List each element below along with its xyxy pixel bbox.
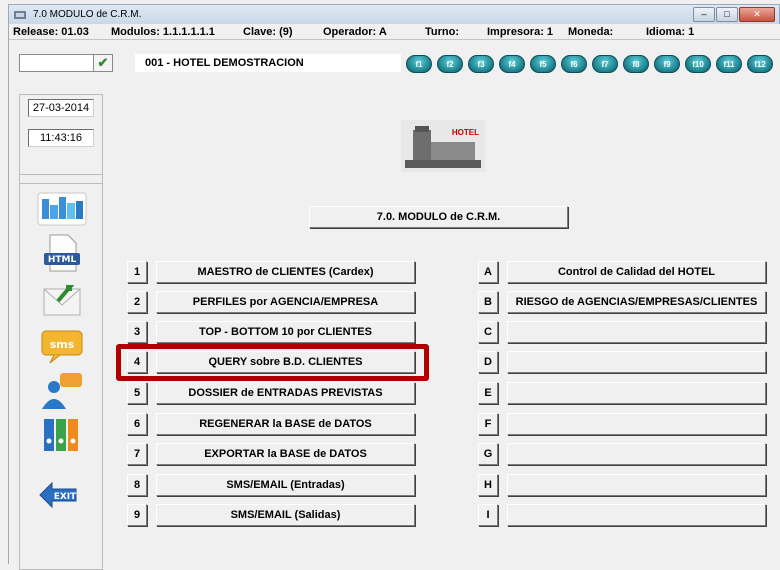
html-icon[interactable]: HTML: [36, 233, 88, 273]
logo-text: HOTEL: [451, 128, 479, 137]
window-title: 7.0 MODULO de C.R.M.: [33, 9, 142, 20]
option-key-8[interactable]: 8: [127, 474, 147, 496]
option-exportar[interactable]: EXPORTAR la BASE de DATOS: [156, 443, 415, 465]
option-key-c[interactable]: C: [478, 321, 498, 343]
status-clave: Clave: (9): [243, 25, 293, 38]
status-impresora: Impresora: 1: [487, 25, 554, 38]
option-key-b[interactable]: B: [478, 291, 498, 313]
option-riesgo[interactable]: RIESGO de AGENCIAS/EMPRESAS/CLIENTES: [507, 291, 766, 313]
window-titlebar: 7.0 MODULO de C.R.M. – □ ✕: [8, 4, 780, 24]
function-key-f10[interactable]: f10: [685, 55, 711, 73]
function-key-f2[interactable]: f2: [437, 55, 463, 73]
function-key-f6[interactable]: f6: [561, 55, 587, 73]
function-key-f11[interactable]: f11: [716, 55, 742, 73]
option-control-calidad[interactable]: Control de Calidad del HOTEL: [507, 261, 766, 283]
exit-icon[interactable]: EXIT: [36, 475, 88, 515]
function-key-f12[interactable]: f12: [747, 55, 773, 73]
option-key-4[interactable]: 4: [127, 351, 147, 373]
window-controls: – □ ✕: [693, 7, 775, 22]
option-g-empty[interactable]: [507, 443, 766, 465]
option-key-5[interactable]: 5: [127, 382, 147, 404]
date-time-panel: 27-03-2014 11:43:16: [19, 94, 103, 184]
function-key-f8[interactable]: f8: [623, 55, 649, 73]
option-regenerar[interactable]: REGENERAR la BASE de DATOS: [156, 413, 415, 435]
status-operador: Operador: A: [323, 25, 387, 38]
option-key-f[interactable]: F: [478, 413, 498, 435]
option-key-g[interactable]: G: [478, 443, 498, 465]
option-key-9[interactable]: 9: [127, 504, 147, 526]
hotel-name-field: 001 - HOTEL DEMOSTRACION: [135, 54, 401, 72]
status-modulos: Modulos: 1.1.1.1.1.1: [111, 25, 215, 38]
close-button[interactable]: ✕: [739, 7, 775, 22]
function-key-f4[interactable]: f4: [499, 55, 525, 73]
option-key-6[interactable]: 6: [127, 413, 147, 435]
option-c-empty[interactable]: [507, 321, 766, 343]
main-frame: Release: 01.03 Modulos: 1.1.1.1.1.1 Clav…: [8, 24, 780, 570]
date-field: 27-03-2014: [28, 99, 94, 117]
code-input[interactable]: [19, 54, 103, 72]
option-f-empty[interactable]: [507, 413, 766, 435]
option-i-empty[interactable]: [507, 504, 766, 526]
module-title: 7.0. MODULO de C.R.M.: [309, 206, 568, 228]
status-idioma: Idioma: 1: [646, 25, 695, 38]
function-key-f3[interactable]: f3: [468, 55, 494, 73]
app-icon: [13, 9, 27, 21]
option-key-a[interactable]: A: [478, 261, 498, 283]
status-release: Release: 01.03: [13, 25, 89, 38]
option-key-1[interactable]: 1: [127, 261, 147, 283]
option-sms-entradas[interactable]: SMS/EMAIL (Entradas): [156, 474, 415, 496]
function-key-f9[interactable]: f9: [654, 55, 680, 73]
function-key-f5[interactable]: f5: [530, 55, 556, 73]
option-key-i[interactable]: I: [478, 504, 498, 526]
binders-icon[interactable]: [36, 415, 88, 455]
option-key-7[interactable]: 7: [127, 443, 147, 465]
confirm-check-button[interactable]: ✔: [93, 54, 113, 72]
option-key-2[interactable]: 2: [127, 291, 147, 313]
status-bar: Release: 01.03 Modulos: 1.1.1.1.1.1 Clav…: [9, 24, 780, 40]
function-keys: f1 f2 f3 f4 f5 f6 f7 f8 f9 f10 f11 f12: [406, 55, 773, 73]
hotel-logo: HOTEL: [401, 120, 485, 172]
maximize-button[interactable]: □: [716, 7, 738, 22]
option-key-d[interactable]: D: [478, 351, 498, 373]
function-key-f7[interactable]: f7: [592, 55, 618, 73]
option-key-3[interactable]: 3: [127, 321, 147, 343]
option-e-empty[interactable]: [507, 382, 766, 404]
svg-text:EXIT: EXIT: [54, 492, 77, 502]
option-h-empty[interactable]: [507, 474, 766, 496]
option-sms-salidas[interactable]: SMS/EMAIL (Salidas): [156, 504, 415, 526]
minimize-button[interactable]: –: [693, 7, 715, 22]
option-dossier[interactable]: DOSSIER de ENTRADAS PREVISTAS: [156, 382, 415, 404]
quick-actions-panel: HTML sms EXIT: [19, 174, 103, 570]
time-field: 11:43:16: [28, 129, 94, 147]
users-chat-icon[interactable]: [36, 371, 88, 411]
sms-icon[interactable]: sms: [36, 325, 88, 365]
status-moneda: Moneda:: [568, 25, 614, 38]
option-top-bottom[interactable]: TOP - BOTTOM 10 por CLIENTES: [156, 321, 415, 343]
svg-text:sms: sms: [50, 338, 75, 351]
option-perfiles[interactable]: PERFILES por AGENCIA/EMPRESA: [156, 291, 415, 313]
option-key-e[interactable]: E: [478, 382, 498, 404]
option-d-empty[interactable]: [507, 351, 766, 373]
option-query-clientes[interactable]: QUERY sobre B.D. CLIENTES: [156, 351, 415, 373]
svg-text:HTML: HTML: [48, 255, 77, 265]
function-key-f1[interactable]: f1: [406, 55, 432, 73]
option-key-h[interactable]: H: [478, 474, 498, 496]
option-maestro-clientes[interactable]: MAESTRO de CLIENTES (Cardex): [156, 261, 415, 283]
mail-send-icon[interactable]: [36, 279, 88, 319]
vcds-icon[interactable]: [36, 189, 88, 229]
status-turno: Turno:: [425, 25, 460, 38]
